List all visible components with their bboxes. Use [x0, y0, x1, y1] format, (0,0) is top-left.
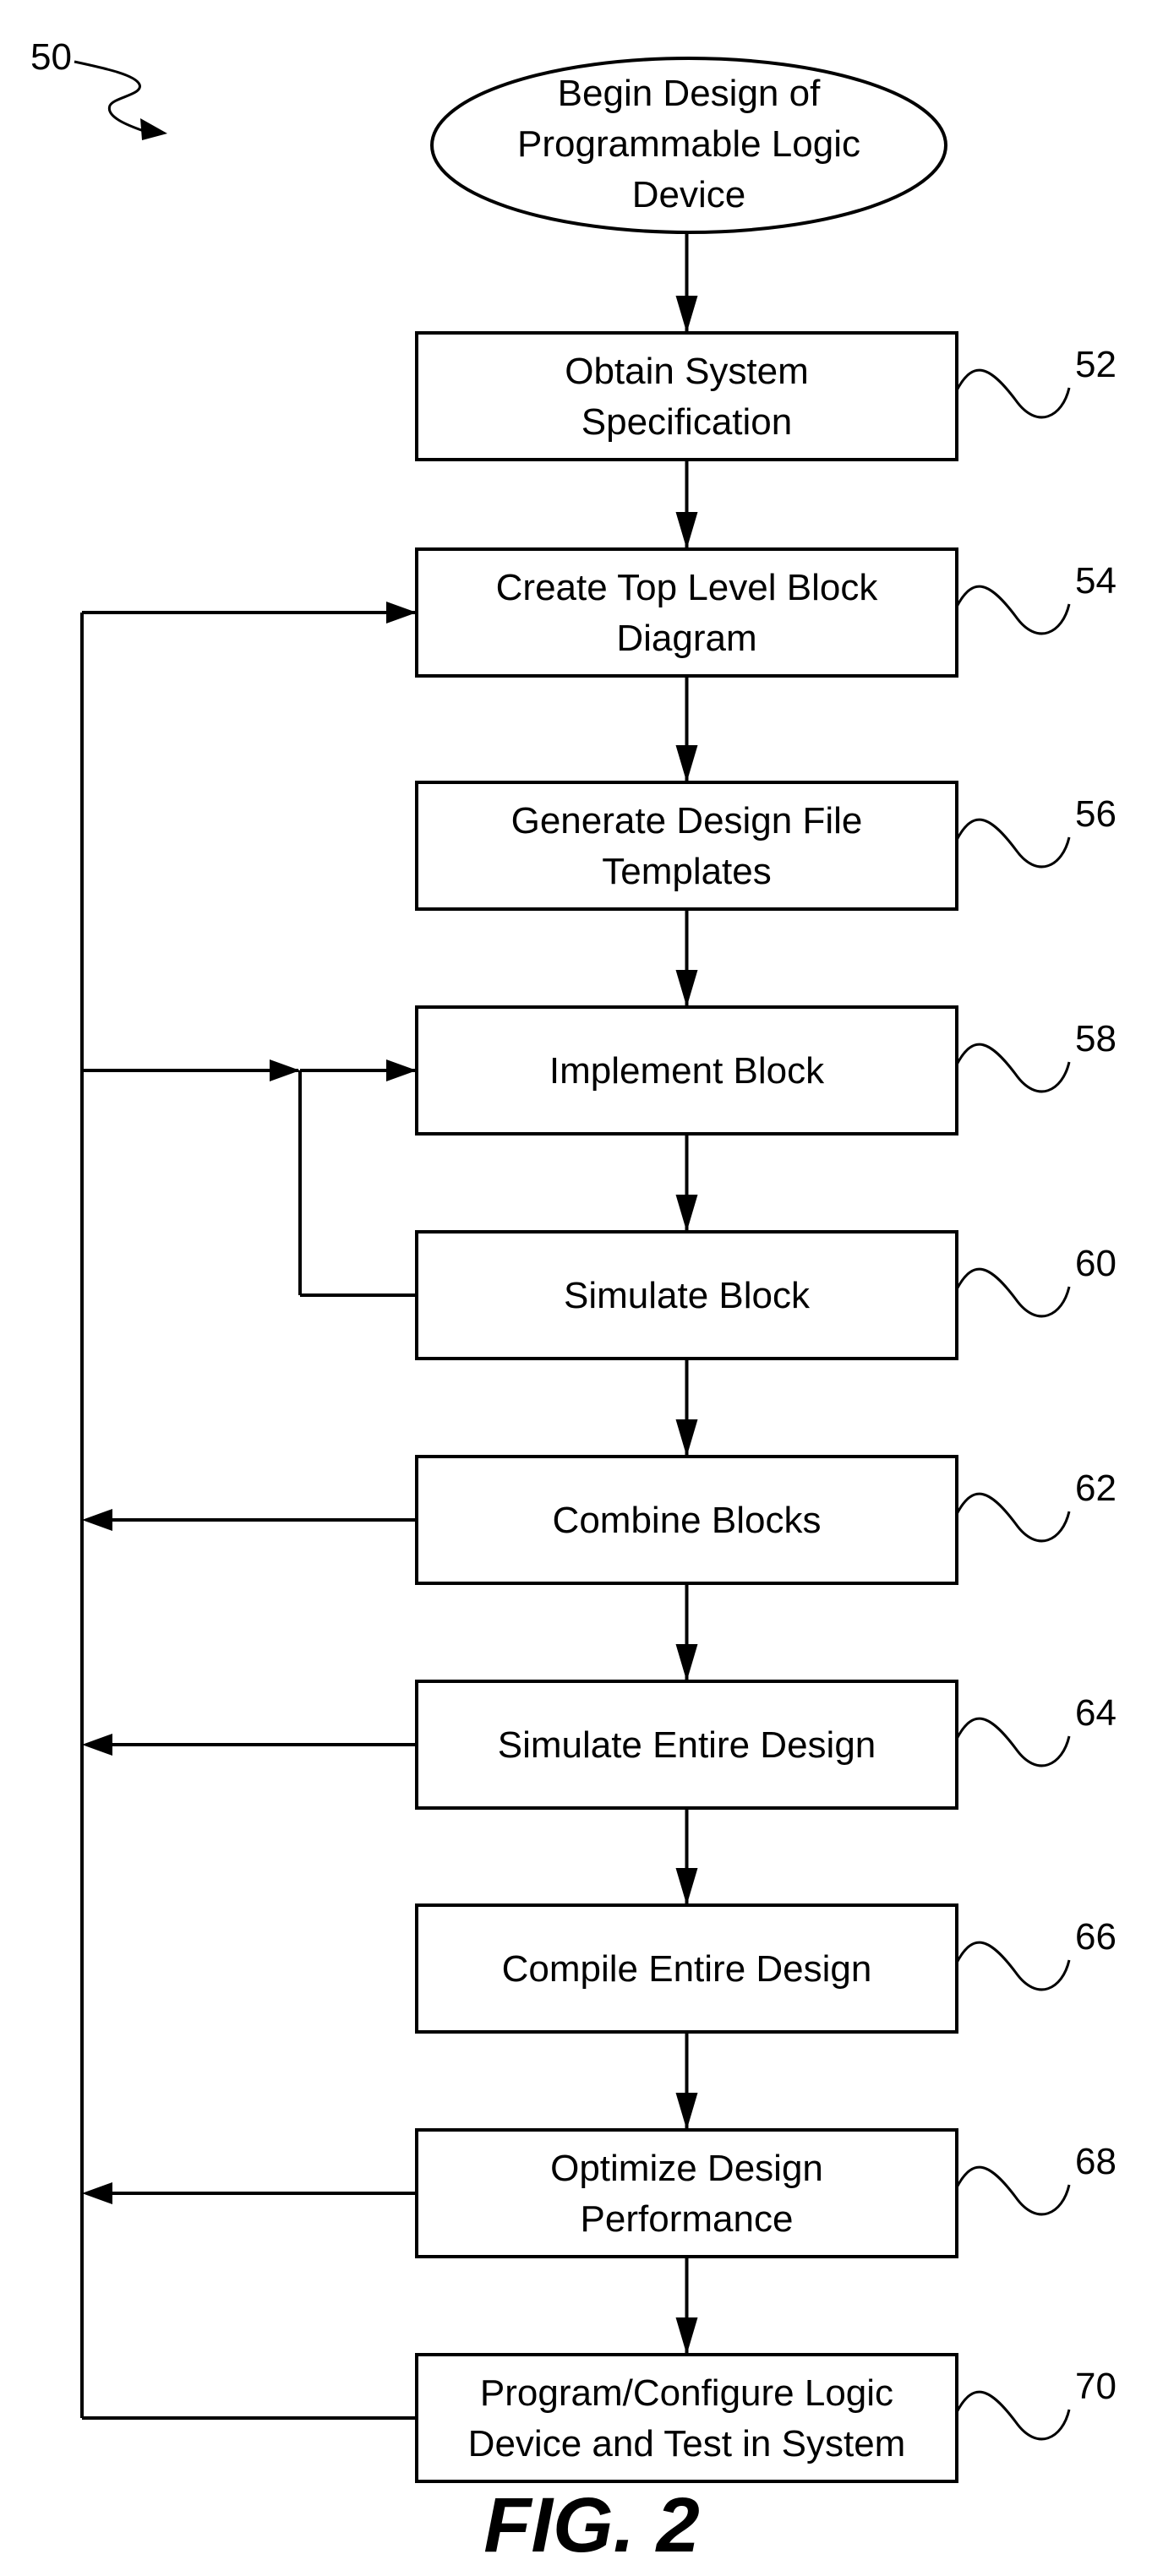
step-label: Optimize Design: [550, 2148, 823, 2189]
step-reference-label: 52: [1075, 344, 1117, 385]
arrowhead-down-icon: [675, 1419, 698, 1457]
step-reference-label: 62: [1075, 1468, 1117, 1509]
reference-arrow-icon: [140, 118, 167, 140]
arrowhead-down-icon: [675, 2093, 698, 2130]
reference-leader-line: [955, 585, 1071, 635]
step-label: Obtain System: [565, 351, 809, 392]
flowchart: Begin Design of Programmable Logic Device O…: [30, 36, 1117, 2568]
step-label: Templates: [602, 851, 772, 892]
process-step-68: Optimize Design Performance: [415, 2128, 958, 2258]
step-label: Generate Design File: [511, 800, 863, 841]
reference-leader-line: [955, 2165, 1071, 2216]
start-label: Programmable Logic: [517, 123, 860, 165]
reference-leader-line: [955, 1717, 1071, 1767]
step-label: Performance: [581, 2198, 794, 2240]
start-label: Begin Design of: [558, 73, 821, 114]
arrowhead-down-icon: [675, 745, 698, 782]
reference-leader-line: [955, 1941, 1071, 1991]
process-step-58: Implement Block: [415, 1005, 958, 1136]
arrowhead-down-icon: [675, 296, 698, 333]
step-reference-label: 58: [1075, 1018, 1117, 1059]
arrowhead-right-icon: [386, 1059, 417, 1081]
step-label: Combine Blocks: [553, 1500, 822, 1541]
step-reference-label: 60: [1075, 1243, 1117, 1284]
reference-leader-line: [74, 60, 145, 133]
step-reference-label: 56: [1075, 793, 1117, 835]
process-step-62: Combine Blocks: [415, 1455, 958, 1585]
arrowhead-left-icon: [82, 2182, 112, 2204]
reference-leader-line: [955, 368, 1071, 419]
step-label: Specification: [582, 401, 792, 443]
process-step-64: Simulate Entire Design: [415, 1680, 958, 1810]
step-reference-label: 68: [1075, 2141, 1117, 2182]
reference-leader-line: [955, 1492, 1071, 1543]
step-label: Program/Configure Logic: [480, 2372, 893, 2414]
step-reference-label: 54: [1075, 560, 1117, 602]
step-reference-label: 66: [1075, 1916, 1117, 1958]
reference-leader-line: [955, 2390, 1071, 2441]
process-step-56: Generate Design File Templates: [415, 781, 958, 911]
process-step-66: Compile Entire Design: [415, 1903, 958, 2034]
start-label: Device: [632, 174, 746, 215]
start-terminal: Begin Design of Programmable Logic Device: [430, 57, 947, 234]
step-label: Device and Test in System: [468, 2423, 906, 2464]
step-reference-label: 70: [1075, 2366, 1117, 2407]
arrowhead-left-icon: [82, 1734, 112, 1756]
step-label: Diagram: [616, 618, 756, 659]
step-label: Compile Entire Design: [502, 1948, 872, 1990]
arrowhead-down-icon: [675, 1195, 698, 1232]
step-label: Simulate Entire Design: [498, 1724, 876, 1766]
step-reference-label: 64: [1075, 1692, 1117, 1734]
process-step-60: Simulate Block: [415, 1230, 958, 1360]
arrowhead-down-icon: [675, 970, 698, 1007]
process-step-54: Create Top Level Block Diagram: [415, 547, 958, 678]
arrowhead-down-icon: [675, 1644, 698, 1681]
arrowhead-down-icon: [675, 2317, 698, 2355]
reference-leader-line: [955, 1267, 1071, 1318]
figure-reference-label: 50: [30, 36, 72, 78]
arrowhead-right-icon: [386, 602, 417, 624]
process-step-70: Program/Configure Logic Device and Test i…: [415, 2353, 958, 2483]
step-label: Simulate Block: [564, 1275, 811, 1316]
step-label: Create Top Level Block: [496, 567, 879, 608]
figure-caption: FIG. 2: [483, 2482, 700, 2568]
reference-leader-line: [955, 1043, 1071, 1093]
arrowhead-down-icon: [675, 1868, 698, 1905]
arrowhead-down-icon: [675, 512, 698, 549]
arrowhead-left-icon: [82, 1509, 112, 1531]
step-label: Implement Block: [549, 1050, 825, 1092]
arrowhead-right-icon: [270, 1059, 300, 1081]
process-step-52: Obtain System Specification: [415, 331, 958, 461]
reference-leader-line: [955, 818, 1071, 869]
